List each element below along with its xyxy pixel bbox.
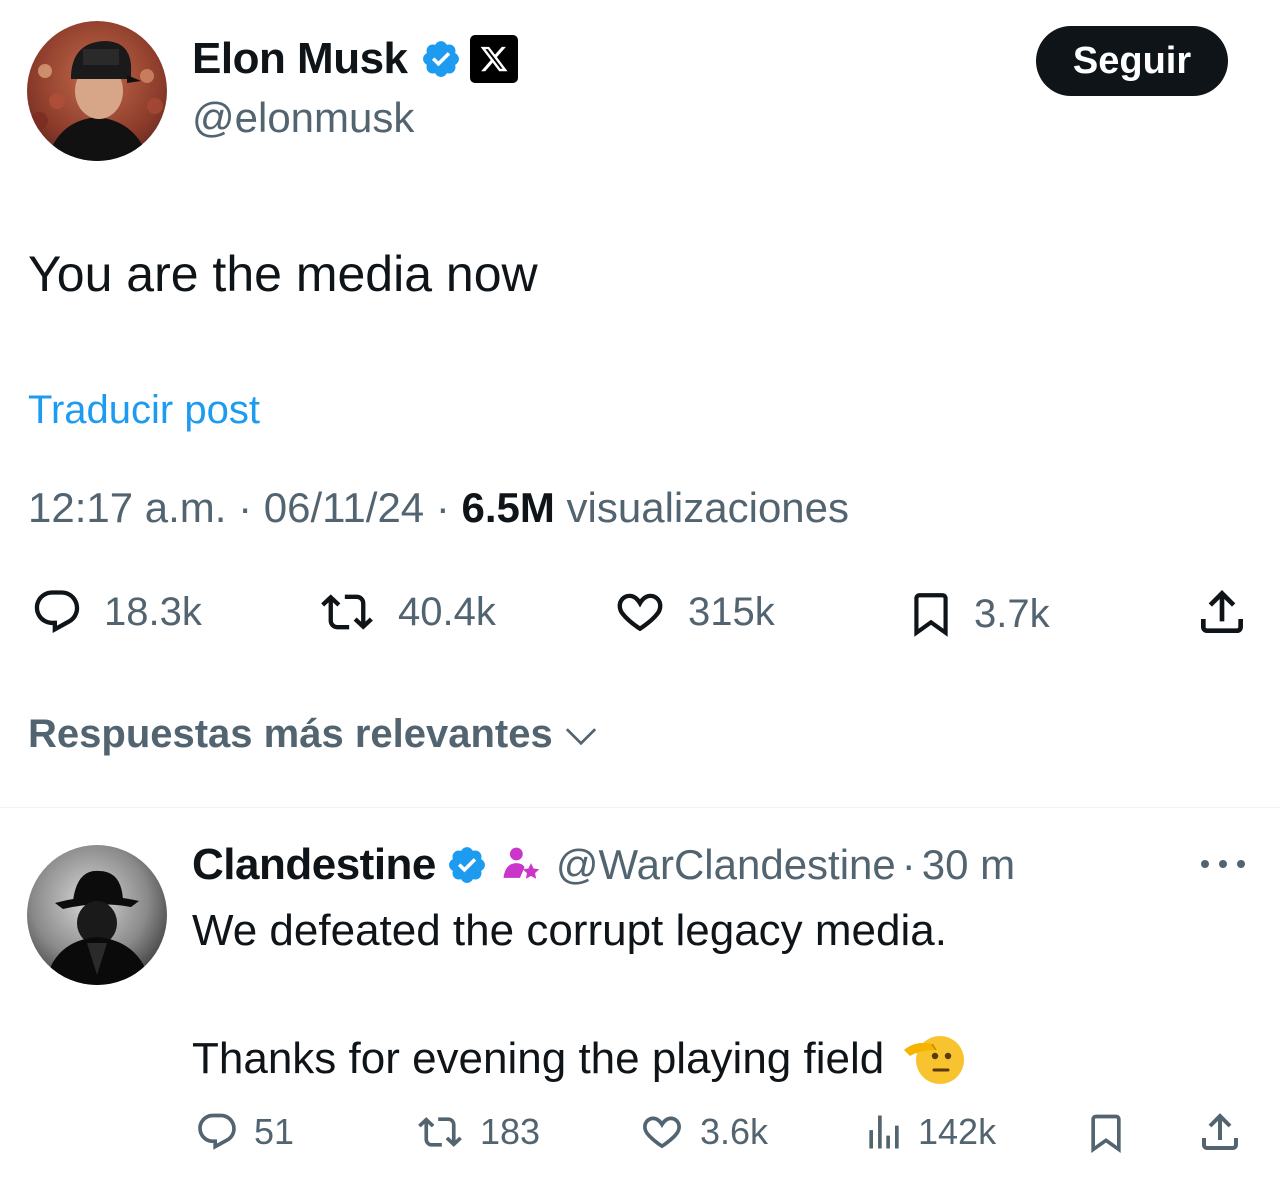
post-meta: 12:17 a.m. · 06/11/24 · 6.5M visualizaci…	[28, 484, 849, 532]
post-date[interactable]: 06/11/24	[264, 484, 424, 531]
reply-button[interactable]: 18.3k	[28, 586, 202, 638]
like-button[interactable]: 315k	[610, 586, 775, 638]
author-name[interactable]: Elon Musk	[192, 34, 408, 84]
views-chart-icon	[862, 1110, 906, 1154]
reply-like-button[interactable]: 3.6k	[636, 1110, 768, 1154]
reply-text-line-2: Thanks for evening the playing field	[192, 1030, 965, 1088]
reply-author-name[interactable]: Clandestine	[192, 840, 436, 890]
reply-icon	[192, 1110, 242, 1154]
reply-bookmark-button[interactable]	[1084, 1108, 1128, 1158]
heart-icon	[636, 1110, 688, 1154]
divider	[0, 807, 1280, 808]
repost-icon	[412, 1110, 468, 1154]
meta-separator: ·	[901, 841, 916, 888]
saluting-face-icon	[902, 1030, 965, 1088]
share-button[interactable]	[1194, 584, 1250, 640]
repost-button[interactable]: 40.4k	[314, 586, 496, 638]
views-count: 6.5M	[461, 484, 555, 531]
bookmark-button[interactable]: 3.7k	[906, 586, 1050, 642]
author-handle[interactable]: @elonmusk	[192, 94, 414, 142]
post-text: You are the media now	[28, 246, 538, 302]
bookmark-icon	[1084, 1108, 1128, 1158]
meta-separator: ·	[226, 484, 264, 531]
reply-views-button[interactable]: 142k	[862, 1110, 996, 1154]
reply-text-line-2-text: Thanks for evening the playing field	[192, 1034, 885, 1083]
more-icon	[1196, 852, 1250, 876]
repost-icon	[314, 586, 380, 638]
reply-avatar[interactable]	[27, 845, 167, 985]
reply-repost-count: 183	[480, 1111, 541, 1152]
reply-share-button[interactable]	[1196, 1108, 1244, 1156]
author-name-row: Elon Musk	[192, 34, 518, 84]
views-label: visualizaciones	[566, 484, 850, 531]
more-options-button[interactable]	[1196, 852, 1250, 876]
replies-sort-dropdown[interactable]: Respuestas más relevantes	[28, 712, 601, 757]
subscriber-star-icon	[498, 843, 542, 887]
heart-icon	[610, 586, 670, 638]
like-count: 315k	[688, 589, 775, 634]
reply-time[interactable]: 30 m	[922, 841, 1015, 889]
author-avatar[interactable]	[27, 21, 167, 161]
reply-repost-button[interactable]: 183	[412, 1110, 540, 1154]
chevron-down-icon	[561, 715, 601, 755]
verified-badge-icon	[446, 844, 488, 886]
reply-reply-count: 51	[254, 1111, 295, 1152]
reply-views-count: 142k	[918, 1111, 997, 1152]
reply-handle[interactable]: @WarClandestine	[556, 841, 896, 889]
reply-icon	[28, 586, 86, 638]
translate-post-link[interactable]: Traducir post	[28, 388, 260, 433]
reply-header: Clandestine @WarClandestine · 30 m	[192, 840, 1015, 890]
reply-text-line-1: We defeated the corrupt legacy media.	[192, 906, 947, 955]
x-logo-icon	[469, 35, 518, 83]
reply-like-count: 3.6k	[700, 1111, 769, 1152]
reply-count: 18.3k	[104, 589, 202, 634]
share-icon	[1196, 1108, 1244, 1156]
share-icon	[1194, 584, 1250, 640]
follow-button[interactable]: Seguir	[1036, 26, 1228, 96]
reply-reply-button[interactable]: 51	[192, 1110, 294, 1154]
bookmark-icon	[906, 586, 956, 642]
repost-count: 40.4k	[398, 589, 496, 634]
post-time[interactable]: 12:17 a.m.	[28, 484, 226, 531]
sort-label: Respuestas más relevantes	[28, 712, 553, 756]
verified-badge-icon	[420, 38, 462, 80]
bookmark-count: 3.7k	[974, 591, 1050, 636]
meta-separator: ·	[424, 484, 462, 531]
